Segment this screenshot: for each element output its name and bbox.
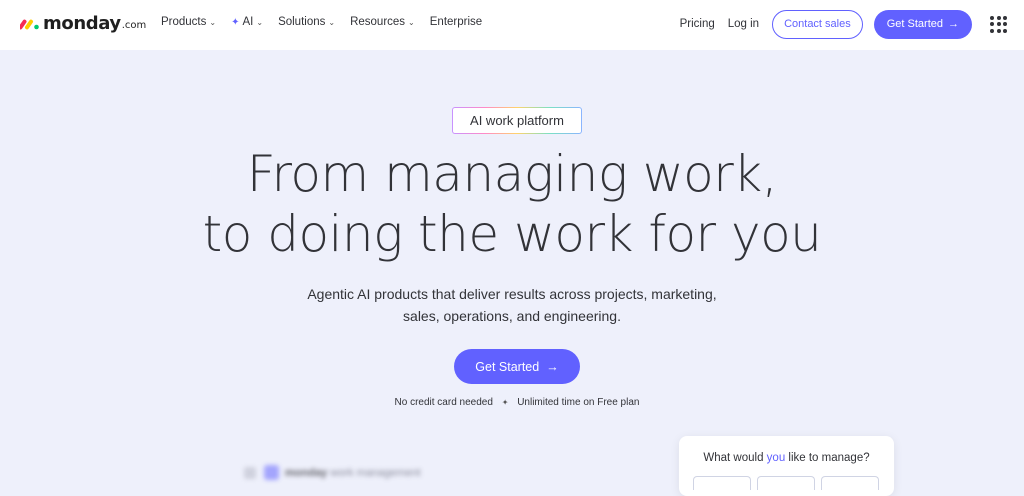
platform-tag: AI work platform — [452, 107, 582, 134]
preview-checkbox-icon — [244, 466, 256, 479]
hero-headline-line1: From managing work, — [246, 145, 778, 203]
hero-get-started-label: Get Started — [475, 359, 540, 374]
preview-app-icon — [264, 465, 279, 480]
logo-wordmark: monday — [43, 13, 121, 34]
platform-tag-label: AI work platform — [453, 108, 581, 133]
chevron-down-icon: ⌄ — [408, 17, 415, 27]
monday-logo[interactable]: monday .com — [20, 13, 146, 34]
manage-option-chip[interactable] — [821, 476, 879, 490]
contact-sales-button[interactable]: Contact sales — [772, 9, 863, 39]
sparkle-icon: ✦ — [231, 16, 240, 28]
menu-enterprise-label: Enterprise — [429, 16, 483, 28]
menu-ai[interactable]: ✦ AI ⌄ — [231, 16, 263, 28]
signup-note-no-card: No credit card needed — [394, 397, 493, 408]
manage-option-chip[interactable] — [757, 476, 815, 490]
chevron-down-icon: ⌄ — [256, 17, 264, 27]
manage-option-chip[interactable] — [693, 476, 751, 490]
menu-products-label: Products — [161, 16, 207, 28]
signup-note-free-plan: Unlimited time on Free plan — [517, 397, 640, 408]
menu-resources[interactable]: Resources ⌄ — [350, 16, 415, 28]
hero-subheadline: Agentic AI products that deliver results… — [0, 283, 1024, 327]
hero-section: AI work platform From managing work, to … — [0, 50, 1024, 496]
menu-ai-label: AI — [242, 16, 254, 28]
nav-get-started-button[interactable]: Get Started → — [873, 9, 972, 39]
hero-headline: From managing work, to doing the work fo… — [0, 144, 1024, 264]
menu-solutions[interactable]: Solutions ⌄ — [278, 16, 335, 28]
top-navigation: monday .com Products ⌄ ✦ AI ⌄ Solutions … — [0, 0, 1024, 50]
apps-grid-icon[interactable] — [990, 15, 1007, 33]
preview-label: monday work management — [285, 466, 421, 479]
nav-actions: Pricing Log in Contact sales Get Started… — [680, 0, 1024, 48]
hero-subheadline-line1: Agentic AI products that deliver results… — [307, 286, 717, 302]
hero-get-started-button[interactable]: Get Started → — [454, 349, 580, 384]
menu-solutions-label: Solutions — [278, 16, 326, 28]
login-link[interactable]: Log in — [728, 18, 759, 30]
arrow-right-icon: → — [948, 18, 959, 30]
menu-products[interactable]: Products ⌄ — [161, 16, 216, 28]
logo-mark-icon — [20, 19, 39, 29]
main-menu: Products ⌄ ✦ AI ⌄ Solutions ⌄ Resources … — [161, 16, 497, 28]
logo-suffix: .com — [121, 20, 147, 31]
contact-sales-label: Contact sales — [784, 18, 851, 30]
chevron-down-icon: ⌄ — [328, 17, 336, 27]
manage-selector-card: What would you like to manage? — [679, 436, 894, 496]
manage-selector-title: What would you like to manage? — [703, 452, 870, 464]
menu-resources-label: Resources — [350, 16, 406, 28]
product-preview: monday work management — [244, 465, 421, 480]
sparkle-separator-icon: ✦ — [501, 398, 509, 407]
hero-headline-line2: to doing the work for you — [202, 205, 822, 263]
nav-get-started-label: Get Started — [886, 18, 943, 30]
menu-enterprise[interactable]: Enterprise — [430, 16, 482, 28]
arrow-right-icon: → — [546, 359, 559, 374]
pricing-link[interactable]: Pricing — [680, 18, 715, 30]
signup-note: No credit card needed ✦ Unlimited time o… — [0, 397, 1024, 408]
chevron-down-icon: ⌄ — [209, 17, 217, 27]
hero-subheadline-line2: sales, operations, and engineering. — [403, 308, 621, 324]
